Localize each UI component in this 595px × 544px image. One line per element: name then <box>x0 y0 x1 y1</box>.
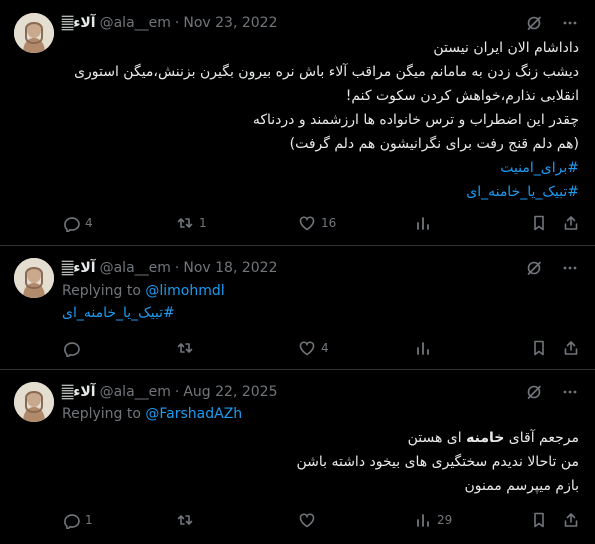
share-icon <box>562 214 580 232</box>
retweet-icon <box>176 214 194 232</box>
text-fragment-bold: خامنه <box>466 430 505 446</box>
author-handle[interactable]: @ala__em <box>100 260 171 276</box>
tweet-line: من تاحالا ندیدم سختگیری های بیخود داشته … <box>296 454 579 470</box>
tweet-line: دیشب زنگ زدن به مامانم میگن مراقب آلاء ب… <box>74 64 579 80</box>
tweet-line: بازم میپرسم ممنون <box>464 478 579 494</box>
text-fragment: ای هستن <box>407 430 467 446</box>
reply-button[interactable]: 4 <box>62 214 93 232</box>
tweet-line: چقدر این اضطراب و ترس خانواده ها ارزشمند… <box>252 112 579 128</box>
share-button[interactable] <box>562 214 585 232</box>
like-count: 16 <box>321 216 337 230</box>
share-button[interactable] <box>562 511 585 529</box>
replying-label: Replying to <box>62 406 141 422</box>
avatar[interactable] <box>14 382 54 422</box>
separator: · <box>174 384 180 400</box>
views-button[interactable] <box>414 339 437 357</box>
hashtag-link[interactable]: #برای_امنیت <box>59 156 579 180</box>
retweet-button[interactable] <box>176 339 199 357</box>
more-dots-icon[interactable] <box>561 14 579 32</box>
tweet-date[interactable]: Aug 22, 2025 <box>183 384 277 400</box>
grok-icon[interactable] <box>525 14 543 32</box>
retweet-button[interactable]: 1 <box>176 214 207 232</box>
text-fragment: مرجعم آقای <box>504 430 579 446</box>
replying-handle[interactable]: @limohmdl <box>145 283 224 299</box>
bookmark-button[interactable] <box>530 511 553 529</box>
reply-icon <box>62 214 80 232</box>
tweet-text: داداشام الان ایران نیستن دیشب زنگ زدن به… <box>59 36 579 204</box>
grok-icon[interactable] <box>525 383 543 401</box>
reply-icon <box>62 339 80 357</box>
tweet-line: (هم دلم قنج رفت برای نگرانیشون هم دلم گر… <box>289 136 579 152</box>
action-bar: 4 <box>62 339 582 359</box>
views-count: 29 <box>437 513 453 527</box>
views-bar-icon <box>414 511 432 529</box>
bookmark-icon <box>530 339 548 357</box>
views-bar-icon <box>414 214 432 232</box>
like-count: 4 <box>321 341 329 355</box>
more-dots-icon[interactable] <box>561 259 579 277</box>
reply-button[interactable]: 1 <box>62 511 93 529</box>
retweet-icon <box>176 339 194 357</box>
replying-to: Replying to @limohmdl <box>62 283 225 299</box>
tweet-text: مرجعم آقای خامنه ای هستن من تاحالا ندیدم… <box>59 426 579 498</box>
share-icon <box>562 339 580 357</box>
like-button[interactable] <box>298 511 321 529</box>
reply-button[interactable] <box>62 339 85 357</box>
views-button[interactable] <box>414 214 437 232</box>
tweet-date[interactable]: Nov 23, 2022 <box>183 15 277 31</box>
replying-label: Replying to <box>62 283 141 299</box>
reply-icon <box>62 511 80 529</box>
tweet[interactable]: آلاء𝄛 @ala__em · Aug 22, 2025 Replying t… <box>0 370 595 544</box>
retweet-count: 1 <box>199 216 207 230</box>
avatar[interactable] <box>14 13 54 53</box>
bookmark-icon <box>530 511 548 529</box>
tweet-header: آلاء𝄛 @ala__em · Aug 22, 2025 <box>62 382 278 402</box>
separator: · <box>174 15 180 31</box>
heart-icon <box>298 214 316 232</box>
action-bar: 4 1 16 <box>62 214 582 234</box>
more-dots-icon[interactable] <box>561 383 579 401</box>
tweet-line: انقلابی نذارم،خواهش کردن سکوت کنم! <box>345 88 579 104</box>
like-button[interactable]: 16 <box>298 214 336 232</box>
action-bar: 1 29 <box>62 511 582 531</box>
share-icon <box>562 511 580 529</box>
bookmark-icon <box>530 214 548 232</box>
heart-icon <box>298 339 316 357</box>
author-name[interactable]: آلاء𝄛 <box>62 384 96 400</box>
tweet-header: آلاء𝄛 @ala__em · Nov 23, 2022 <box>62 13 277 33</box>
tweet[interactable]: آلاء𝄛 @ala__em · Nov 23, 2022 داداشام ال… <box>0 0 595 246</box>
reply-count: 1 <box>85 513 93 527</box>
author-handle[interactable]: @ala__em <box>100 15 171 31</box>
hashtag-link[interactable]: #تبیک_یا_خامنه_ای <box>62 305 175 321</box>
bookmark-button[interactable] <box>530 339 553 357</box>
tweet-text: #تبیک_یا_خامنه_ای <box>62 305 175 321</box>
separator: · <box>174 260 180 276</box>
replying-handle[interactable]: @FarshadAZh <box>145 406 242 422</box>
reply-count: 4 <box>85 216 93 230</box>
retweet-icon <box>176 511 194 529</box>
hashtag-link[interactable]: #تبیک_یا_خامنه_ای <box>59 180 579 204</box>
retweet-button[interactable] <box>176 511 199 529</box>
tweet[interactable]: آلاء𝄛 @ala__em · Nov 18, 2022 Replying t… <box>0 246 595 370</box>
grok-icon[interactable] <box>525 259 543 277</box>
author-name[interactable]: آلاء𝄛 <box>62 15 96 31</box>
tweet-line: داداشام الان ایران نیستن <box>433 40 579 56</box>
heart-icon <box>298 511 316 529</box>
like-button[interactable]: 4 <box>298 339 329 357</box>
avatar[interactable] <box>14 258 54 298</box>
tweet-line: مرجعم آقای خامنه ای هستن <box>59 426 579 450</box>
replying-to: Replying to @FarshadAZh <box>62 406 242 422</box>
tweet-header: آلاء𝄛 @ala__em · Nov 18, 2022 <box>62 258 277 278</box>
views-bar-icon <box>414 339 432 357</box>
bookmark-button[interactable] <box>530 214 553 232</box>
tweet-date[interactable]: Nov 18, 2022 <box>183 260 277 276</box>
author-handle[interactable]: @ala__em <box>100 384 171 400</box>
views-button[interactable]: 29 <box>414 511 452 529</box>
share-button[interactable] <box>562 339 585 357</box>
author-name[interactable]: آلاء𝄛 <box>62 260 96 276</box>
